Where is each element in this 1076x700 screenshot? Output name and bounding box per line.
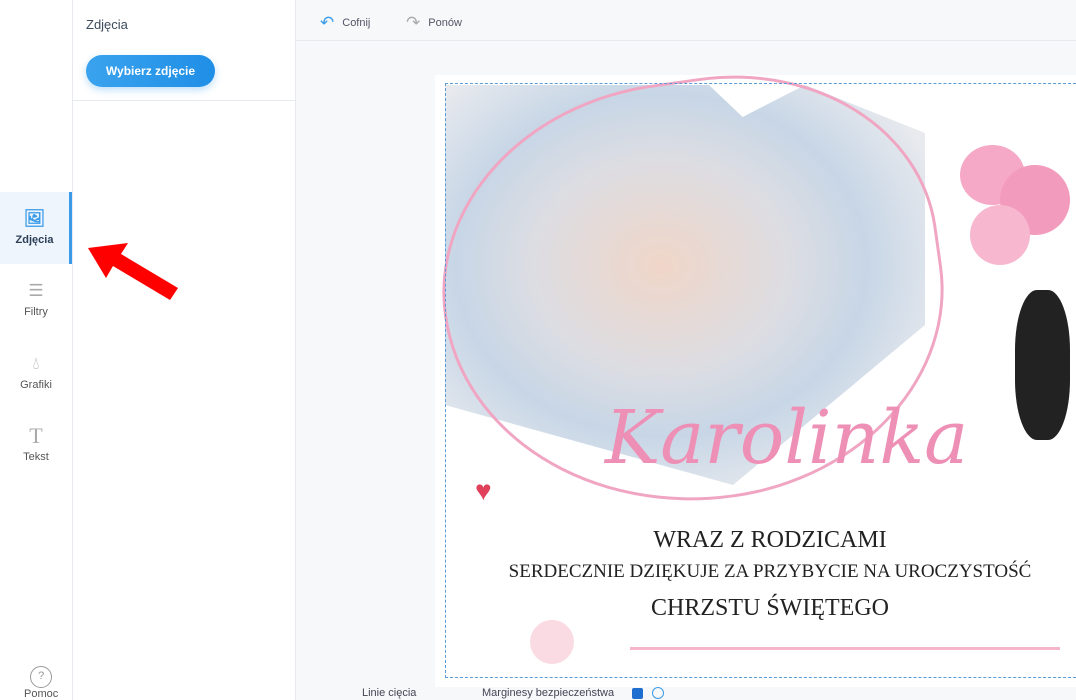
drop-icon: 💧︎ bbox=[32, 354, 40, 373]
redo-button[interactable]: ↷ Ponów bbox=[406, 13, 462, 33]
toolbar: ↶ Cofnij ↷ Ponów bbox=[296, 0, 1076, 41]
undo-label: Cofnij bbox=[342, 17, 371, 29]
image-icon: 🖼︎ bbox=[23, 209, 46, 228]
help-button[interactable]: ? Pomoc bbox=[24, 666, 58, 700]
photos-panel: Zdjęcia Wybierz zdjęcie bbox=[73, 0, 296, 700]
safety-margin-outline bbox=[445, 83, 1076, 678]
redo-icon: ↷ bbox=[406, 13, 421, 32]
info-icon[interactable] bbox=[652, 687, 664, 699]
redo-label: Ponów bbox=[428, 17, 462, 29]
rail-label: Grafiki bbox=[20, 379, 52, 391]
red-arrow-annotation bbox=[88, 243, 178, 300]
left-rail: 🖼︎ Zdjęcia ☰ Filtry 💧︎ Grafiki T Tekst ? Pomo… bbox=[0, 0, 73, 700]
text-icon: T bbox=[29, 423, 43, 448]
safety-margins-checkbox[interactable] bbox=[632, 688, 643, 699]
rail-label: Filtry bbox=[24, 306, 48, 318]
rail-item-photos[interactable]: 🖼︎ Zdjęcia bbox=[0, 192, 72, 264]
design-canvas[interactable]: ♥ Karolinka WRAZ Z RODZICAMI SERDECZNIE … bbox=[416, 48, 1076, 687]
question-icon: ? bbox=[30, 666, 53, 688]
rail-item-graphics[interactable]: 💧︎ Grafiki bbox=[0, 337, 72, 409]
cut-lines-label[interactable]: Linie cięcia bbox=[362, 687, 416, 699]
safety-margins-label[interactable]: Marginesy bezpieczeństwa bbox=[482, 687, 614, 699]
rail-label: Zdjęcia bbox=[15, 234, 54, 246]
rail-label: Tekst bbox=[23, 451, 49, 463]
rail-item-text[interactable]: T Tekst bbox=[0, 409, 72, 481]
rail-item-filters[interactable]: ☰ Filtry bbox=[0, 264, 72, 336]
undo-button[interactable]: ↶ Cofnij bbox=[320, 13, 370, 33]
choose-photo-button[interactable]: Wybierz zdjęcie bbox=[86, 55, 215, 87]
panel-title: Zdjęcia bbox=[86, 17, 128, 32]
undo-icon: ↶ bbox=[320, 13, 335, 32]
divider bbox=[73, 100, 295, 101]
help-label: Pomoc bbox=[24, 688, 59, 700]
sliders-icon: ☰ bbox=[28, 281, 44, 300]
